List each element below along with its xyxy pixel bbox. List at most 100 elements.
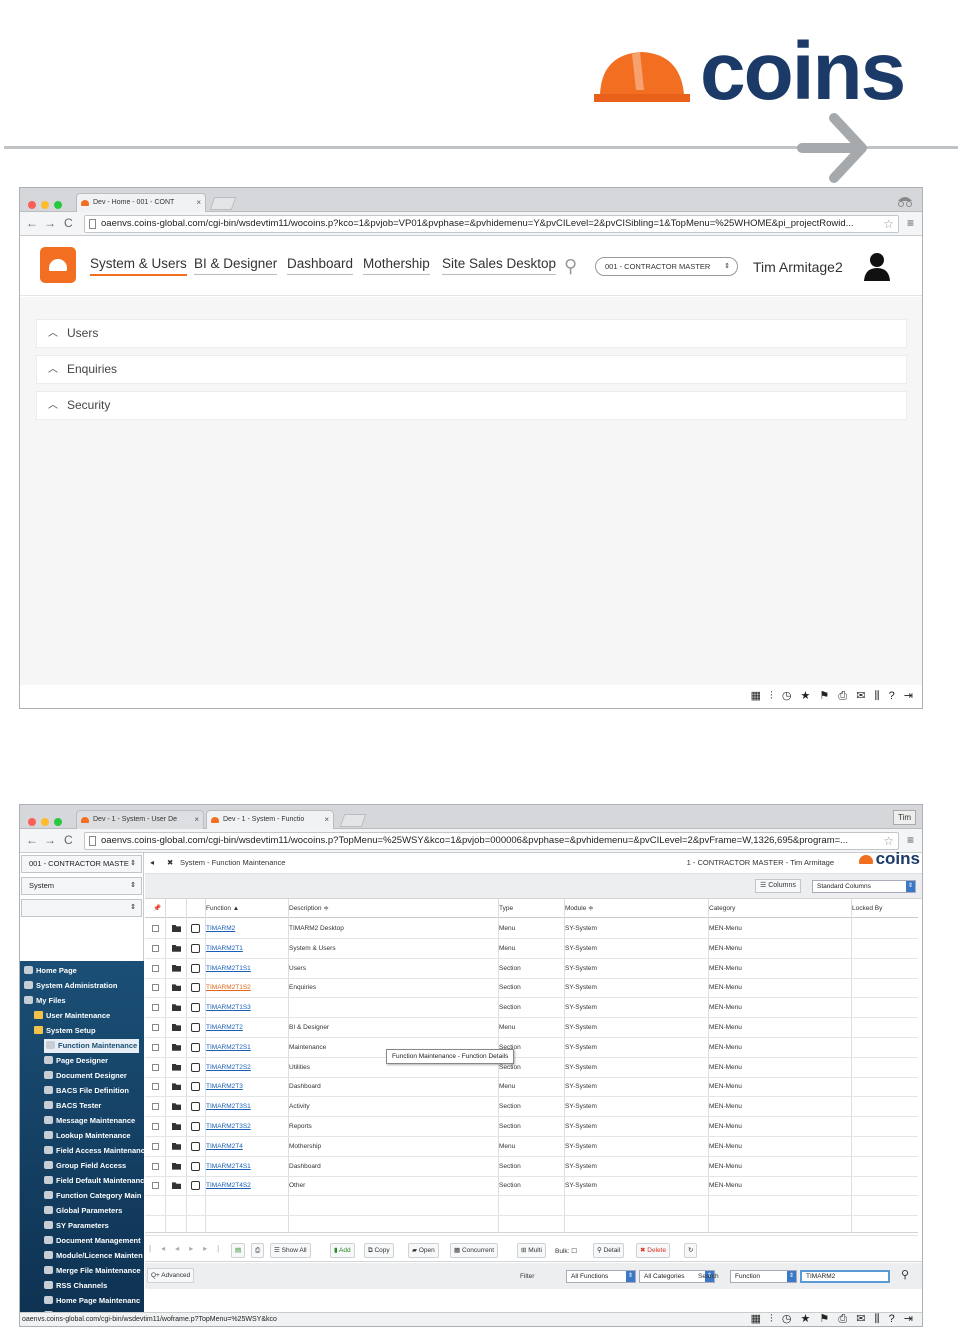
new-tab-button[interactable] [339, 814, 367, 827]
detail-magnifier-icon[interactable] [191, 1003, 200, 1013]
table-row[interactable]: TIMARM2T2 BI & Designer Menu SY-System MEN-M… [145, 1018, 918, 1038]
function-link[interactable]: TIMARM2T4S1 [206, 1157, 251, 1176]
company-select[interactable]: 001 - CONTRACTOR MASTE ⇕ [21, 855, 142, 873]
url-input[interactable]: oaenvs.coins-global.com/cgi-bin/wsdevtim… [84, 215, 899, 233]
tree-item[interactable]: BACS File Definition [44, 1084, 129, 1098]
bulk-toggle[interactable]: Bulk: ☐ [555, 1245, 577, 1258]
tree-item[interactable]: Global Parameters [44, 1204, 122, 1218]
tree-item[interactable]: Module/Licence Mainten [44, 1249, 143, 1263]
detail-magnifier-icon[interactable] [191, 1062, 200, 1072]
col-header-module[interactable]: Module ≑ [565, 899, 594, 918]
function-link[interactable]: TIMARM2T2S1 [206, 1038, 251, 1057]
row-checkbox[interactable] [152, 1162, 159, 1170]
search-icon[interactable]: ⚲ [564, 256, 577, 277]
tree-item[interactable]: Function Maintenance [44, 1039, 140, 1053]
detail-magnifier-icon[interactable] [191, 983, 200, 993]
browser-menu-icon[interactable]: ≡ [907, 833, 914, 847]
open-button[interactable]: ▰ Open [408, 1243, 439, 1258]
function-link[interactable]: TIMARM2T1S1 [206, 959, 251, 978]
function-link[interactable]: TIMARM2T3S1 [206, 1097, 251, 1116]
secondary-select[interactable]: ⇕ [21, 899, 142, 917]
module-select[interactable]: System ⇕ [21, 877, 142, 895]
tree-item[interactable]: RSS Channels [44, 1279, 107, 1293]
tree-item[interactable]: Field Default Maintenanc [44, 1174, 144, 1188]
reload-icon[interactable]: C [64, 833, 73, 847]
forward-icon[interactable]: → [44, 833, 56, 847]
tree-item[interactable]: Document Designer [44, 1069, 127, 1083]
nav-site-sales-desktop[interactable]: Site Sales Desktop [442, 256, 557, 275]
tree-item[interactable]: Group Field Access [44, 1159, 126, 1173]
function-filter-select[interactable]: All Functions ⇕ [566, 1270, 636, 1283]
table-row[interactable]: TIMARM2T1S2 Enquiries Section SY-System MEN-… [145, 978, 918, 999]
columns-select[interactable]: Standard Columns ⇕ [812, 880, 916, 893]
user-avatar-icon[interactable] [863, 251, 891, 281]
open-folder-icon[interactable] [172, 1004, 181, 1012]
row-checkbox[interactable] [152, 964, 159, 972]
tree-item[interactable]: Field Access Maintenanc [44, 1144, 144, 1158]
close-tab-icon[interactable]: × [324, 811, 329, 829]
row-checkbox[interactable] [152, 925, 159, 932]
detail-magnifier-icon[interactable] [191, 963, 200, 973]
function-link[interactable]: TIMARM2T1 [206, 939, 243, 958]
footer-toolbar[interactable]: ▦ ⫶ ◷ ★ ⚑ ⎙ ✉ ⫼ ? ⇥ [751, 689, 916, 705]
company-select[interactable]: 001 - CONTRACTOR MASTER ⇕ [595, 257, 738, 276]
function-link[interactable]: TIMARM2T4 [206, 1137, 243, 1156]
open-folder-icon[interactable] [172, 1024, 181, 1031]
detail-magnifier-icon[interactable] [191, 1042, 200, 1052]
nav-mothership[interactable]: Mothership [363, 256, 430, 275]
forward-icon[interactable]: → [44, 216, 56, 230]
nav-dashboard[interactable]: Dashboard [287, 256, 354, 275]
open-folder-icon[interactable] [172, 1123, 181, 1130]
function-link[interactable]: TIMARM2 [206, 919, 235, 938]
tree-item[interactable]: SY Parameters [44, 1219, 109, 1233]
user-name[interactable]: Tim Armitage2 [753, 259, 843, 275]
collapse-left-icon[interactable]: ◂ [150, 853, 154, 873]
search-icon[interactable]: ⚲ [901, 1268, 909, 1281]
detail-magnifier-icon[interactable] [191, 1161, 200, 1171]
tree-item[interactable]: Function Category Main [44, 1189, 141, 1203]
search-input[interactable]: TIMARM2 [800, 1270, 890, 1283]
open-folder-icon[interactable] [172, 1162, 181, 1170]
tree-item[interactable]: System Setup [34, 1024, 96, 1038]
row-checkbox[interactable] [152, 1004, 159, 1012]
table-row[interactable]: TIMARM2T3S2 Reports Section SY-System MEN-Me… [145, 1117, 918, 1137]
tree-item[interactable]: BACS Tester [44, 1099, 101, 1113]
row-checkbox[interactable] [152, 1142, 159, 1150]
function-link[interactable]: TIMARM2T3S2 [206, 1117, 251, 1136]
table-row[interactable]: TIMARM2T4S1 Dashboard Section SY-System MEN-… [145, 1157, 918, 1177]
nav-bi-designer[interactable]: BI & Designer [194, 256, 278, 275]
open-folder-icon[interactable] [172, 964, 181, 972]
open-folder-icon[interactable] [172, 1043, 181, 1051]
tree-item[interactable]: Message Maintenance [44, 1114, 135, 1128]
bookmark-star-icon[interactable]: ☆ [883, 216, 894, 232]
open-folder-icon[interactable] [172, 944, 181, 952]
row-checkbox[interactable] [152, 984, 159, 992]
pin-icon[interactable]: 📌 [153, 899, 161, 918]
table-row[interactable]: TIMARM2T2S2 Utilities Section SY-System MEN-… [145, 1058, 918, 1078]
detail-magnifier-icon[interactable] [191, 1102, 200, 1112]
advanced-search-button[interactable]: Q+ Advanced [147, 1268, 195, 1283]
detail-magnifier-icon[interactable] [191, 924, 200, 933]
detail-magnifier-icon[interactable] [191, 1141, 200, 1151]
function-link[interactable]: TIMARM2T1S2 [206, 978, 251, 997]
detail-button[interactable]: ⚲ Detail [593, 1243, 625, 1258]
col-header-category[interactable]: Category [709, 899, 735, 918]
nav-system-users[interactable]: System & Users [90, 256, 187, 276]
panel-security[interactable]: ︿ Security [36, 391, 907, 420]
col-header-description[interactable]: Description ≑ [289, 899, 329, 918]
close-tab-icon[interactable]: × [194, 811, 199, 829]
col-header-function[interactable]: Function ▲ [206, 899, 239, 918]
detail-magnifier-icon[interactable] [191, 1023, 200, 1032]
new-tab-button[interactable] [209, 197, 237, 210]
url-input[interactable]: oaenvs.coins-global.com/cgi-bin/wsdevtim… [84, 832, 899, 850]
tree-item[interactable]: Page Designer [44, 1054, 108, 1068]
function-link[interactable]: TIMARM2T1S3 [206, 998, 251, 1017]
refresh-icon[interactable]: ↻ [684, 1243, 698, 1258]
row-checkbox[interactable] [152, 1024, 159, 1031]
tree-item[interactable]: System Administration [24, 979, 117, 993]
reload-icon[interactable]: C [64, 216, 73, 230]
browser-tab-active[interactable]: Dev - 1 - System - Functio × [206, 810, 334, 829]
tree-item[interactable]: My Files [24, 994, 66, 1008]
table-row[interactable]: TIMARM2T1S3 Section SY-System MEN-Menu [145, 998, 918, 1019]
copy-button[interactable]: ⧉ Copy [364, 1243, 394, 1258]
